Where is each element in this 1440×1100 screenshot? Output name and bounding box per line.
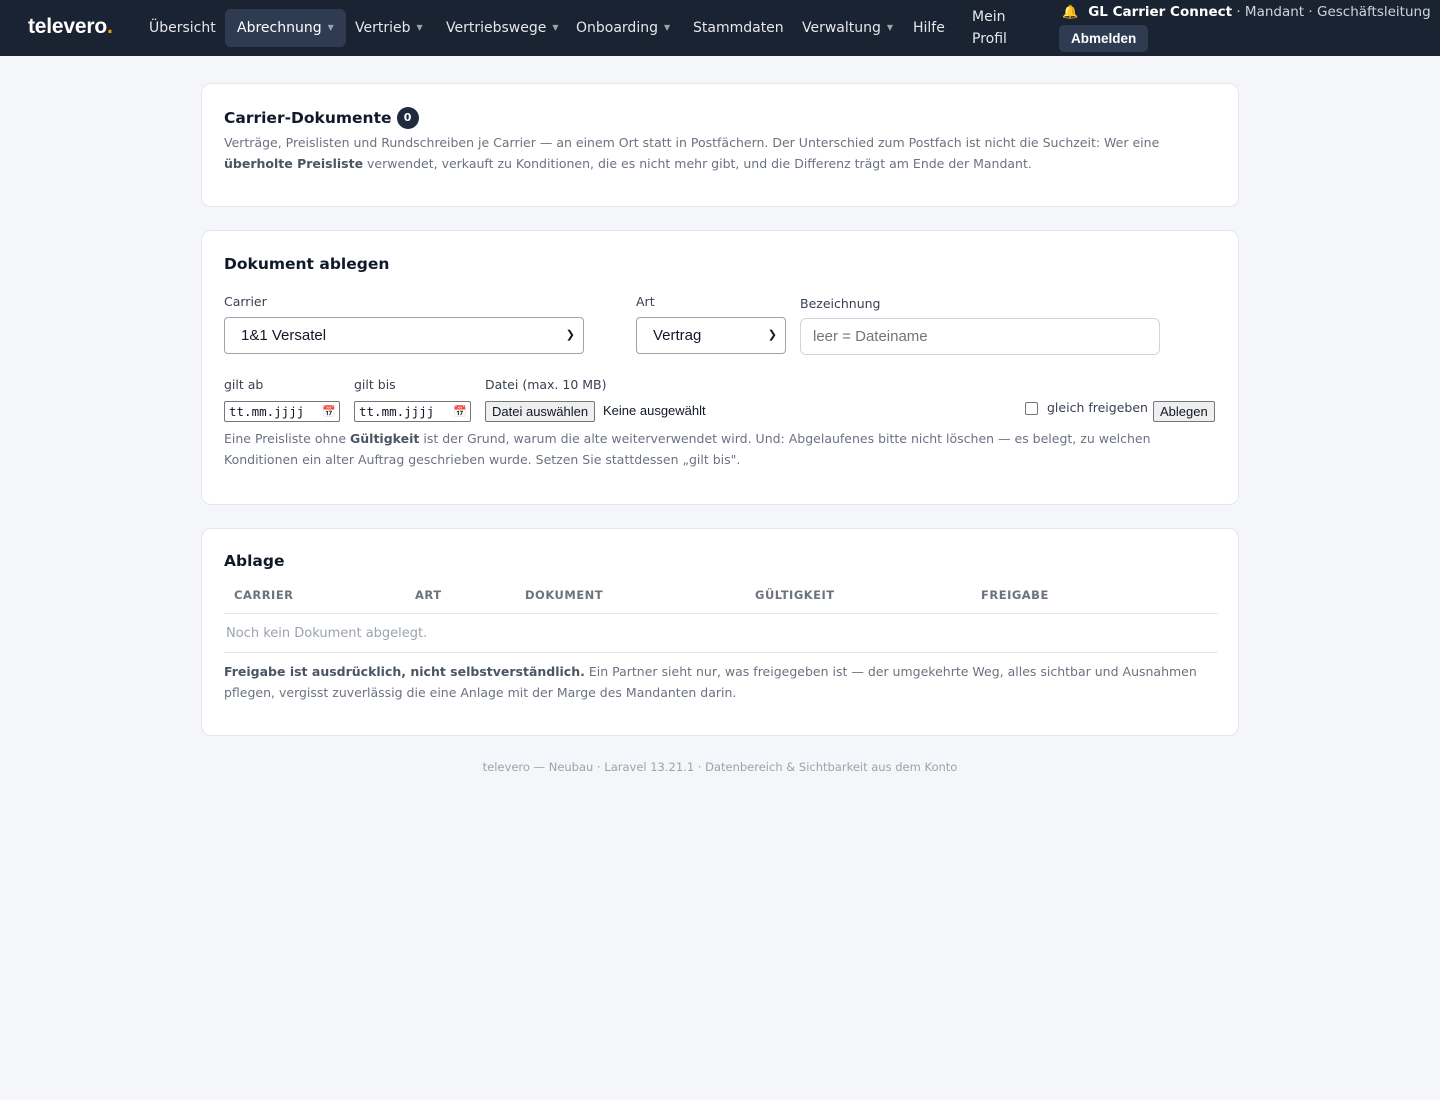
caret-down-icon: ▼ xyxy=(886,23,894,32)
form-title: Dokument ablegen xyxy=(224,255,390,273)
caret-down-icon: ▼ xyxy=(416,23,423,32)
nav-label: Onboarding xyxy=(576,20,658,36)
nav-label: Vertriebswege xyxy=(446,20,547,36)
gilt-bis-value: tt.mm.jjjj xyxy=(359,404,435,419)
intro-text: Verträge, Preislisten und Rundschreiben … xyxy=(224,133,1214,174)
top-navbar: televero. Übersicht Abrechnung ▼ Vertrieb… xyxy=(0,0,1440,56)
nav-label: Abrechnung xyxy=(237,20,322,36)
user-role: · Mandant · Geschäftsleitung xyxy=(1232,4,1431,20)
page-title: Carrier-Dokumente xyxy=(224,109,392,127)
nav-item-vertriebswege[interactable]: Vertriebswege ▼ xyxy=(434,9,571,47)
gilt-ab-value: tt.mm.jjjj xyxy=(229,404,305,419)
datei-label: Datei (max. 10 MB) xyxy=(485,377,607,392)
caret-down-icon: ▼ xyxy=(327,23,334,32)
nav-item-vertrieb[interactable]: Vertrieb ▼ xyxy=(343,9,435,47)
intro-text-bold: überholte Preisliste xyxy=(224,155,364,171)
release-note: Freigabe ist ausdrücklich, nicht selbstv… xyxy=(224,662,1214,703)
page-footer: televero — Neubau · Laravel 13.21.1 · Da… xyxy=(482,760,958,774)
nav-item-uebersicht[interactable]: Übersicht xyxy=(137,9,228,47)
nav-item-verwaltung[interactable]: Verwaltung ▼ xyxy=(790,9,905,47)
file-choose-button[interactable]: Datei auswählen xyxy=(485,401,596,422)
page-title-row: Carrier-Dokumente 0 xyxy=(224,107,419,129)
bell-icon[interactable]: 🔔 xyxy=(1062,5,1078,20)
brand-logo[interactable]: televero. xyxy=(28,15,113,39)
nav-label: Übersicht xyxy=(149,20,216,36)
document-archive-card: Ablage CARRIER ART DOKUMENT GÜLTIGKEIT F… xyxy=(201,528,1239,736)
nav-label: Hilfe xyxy=(913,20,945,36)
column-header-art[interactable]: ART xyxy=(415,588,442,602)
gilt-bis-label: gilt bis xyxy=(354,377,396,392)
bezeichnung-label: Bezeichnung xyxy=(800,296,881,311)
nav-item-hilfe[interactable]: Hilfe xyxy=(901,9,957,47)
column-header-dokument[interactable]: DOKUMENT xyxy=(525,588,603,602)
user-name: GL Carrier Connect xyxy=(1088,4,1233,20)
gilt-bis-date-input[interactable]: tt.mm.jjjj 📅 xyxy=(354,401,471,422)
brand-dot: . xyxy=(106,15,113,38)
nav-item-onboarding[interactable]: Onboarding ▼ xyxy=(564,9,682,47)
table-header-divider xyxy=(224,613,1218,614)
gilt-ab-label: gilt ab xyxy=(224,377,264,392)
archive-title: Ablage xyxy=(224,552,285,570)
bezeichnung-input[interactable] xyxy=(800,318,1160,355)
chevron-down-icon: ❯ xyxy=(565,329,575,341)
release-note-bold: Freigabe ist ausdrücklich, nicht selbstv… xyxy=(224,664,585,679)
column-header-carrier[interactable]: CARRIER xyxy=(234,588,294,602)
calendar-icon[interactable]: 📅 xyxy=(322,402,336,421)
intro-text-part: verwendet, verkauft zu Konditionen, die … xyxy=(363,155,1032,171)
carrier-select-value: 1&1 Versatel xyxy=(241,327,327,344)
nav-item-mein-profil[interactable]: Mein Profil xyxy=(972,6,1022,50)
nav-label: Stammdaten xyxy=(693,20,784,36)
table-empty-row: Noch kein Dokument abgelegt. xyxy=(226,626,428,641)
column-header-gueltigkeit[interactable]: GÜLTIGKEIT xyxy=(755,588,835,602)
file-status: Keine ausgewählt xyxy=(603,403,706,418)
carrier-documents-header-card: Carrier-Dokumente 0 Verträge, Preisliste… xyxy=(201,83,1239,207)
intro-text-part: Verträge, Preislisten und Rundschreiben … xyxy=(224,135,1160,150)
upload-document-card: Dokument ablegen Carrier 1&1 Versatel ❯ … xyxy=(201,230,1239,505)
freigeben-checkbox[interactable] xyxy=(1025,402,1038,415)
user-info: 🔔 GL Carrier Connect · Mandant · Geschäft… xyxy=(1062,4,1431,20)
chevron-down-icon: ❯ xyxy=(767,329,777,341)
nav-label: Verwaltung xyxy=(802,20,881,36)
carrier-select[interactable]: 1&1 Versatel ❯ xyxy=(224,317,584,354)
art-label: Art xyxy=(636,294,655,309)
column-header-freigabe[interactable]: FREIGABE xyxy=(981,588,1049,602)
art-select-value: Vertrag xyxy=(653,327,702,344)
caret-down-icon: ▼ xyxy=(552,23,559,32)
nav-label: Vertrieb xyxy=(355,20,411,36)
nav-item-abrechnung[interactable]: Abrechnung ▼ xyxy=(225,9,346,47)
document-count-badge: 0 xyxy=(396,107,419,129)
carrier-label: Carrier xyxy=(224,294,267,309)
art-select[interactable]: Vertrag ❯ xyxy=(636,317,786,354)
freigeben-label: gleich freigeben xyxy=(1047,400,1148,415)
nav-item-stammdaten[interactable]: Stammdaten xyxy=(681,9,796,47)
ablegen-submit-button[interactable]: Ablegen xyxy=(1153,401,1215,422)
hint-part: Eine Preisliste ohne xyxy=(224,431,350,446)
brand-name: televero xyxy=(28,15,107,38)
gilt-ab-date-input[interactable]: tt.mm.jjjj 📅 xyxy=(224,401,340,422)
caret-down-icon: ▼ xyxy=(663,23,671,32)
logout-button[interactable]: Abmelden xyxy=(1059,25,1149,52)
validity-hint: Eine Preisliste ohne Gültigkeit ist der … xyxy=(224,429,1214,470)
hint-bold: Gültigkeit xyxy=(350,431,420,446)
table-row-divider xyxy=(224,652,1218,653)
calendar-icon[interactable]: 📅 xyxy=(453,402,467,421)
